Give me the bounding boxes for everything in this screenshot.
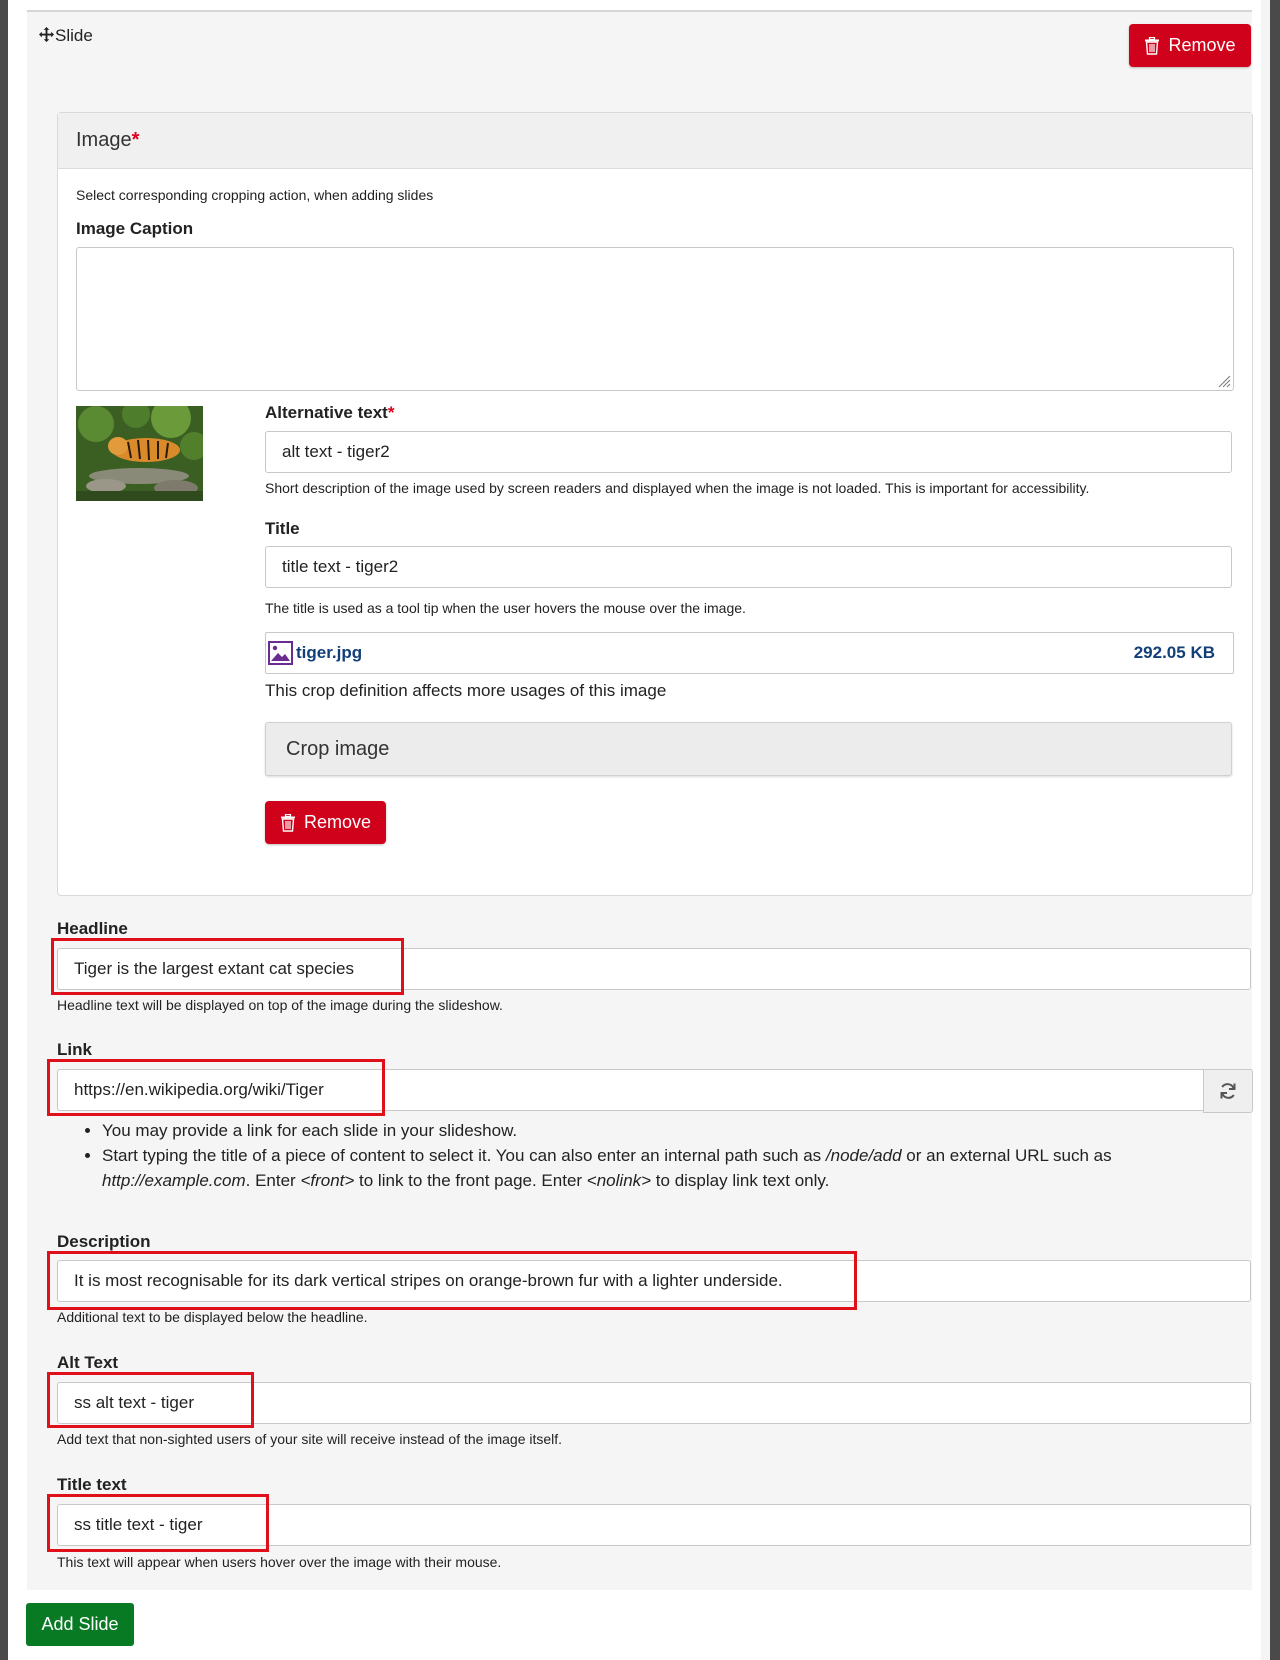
trash-icon bbox=[1145, 36, 1160, 55]
remove-image-button[interactable]: Remove bbox=[265, 801, 386, 844]
image-panel: Image* Select corresponding cropping act… bbox=[57, 112, 1253, 896]
cropping-hint: Select corresponding cropping action, wh… bbox=[76, 187, 434, 203]
required-asterisk: * bbox=[131, 129, 140, 151]
trash-icon bbox=[280, 813, 295, 832]
alt-text-field-label: Alt Text bbox=[57, 1353, 119, 1372]
slide-card: Slide Remove Image* Select corresponding… bbox=[27, 12, 1253, 1590]
slide-drag-handle[interactable]: Slide bbox=[39, 26, 93, 46]
crop-notice: This crop definition affects more usages… bbox=[265, 681, 667, 700]
title-text-highlight bbox=[47, 1494, 269, 1552]
tiger-thumbnail bbox=[76, 406, 203, 501]
image-title-text: Image bbox=[76, 129, 132, 151]
headline-label: Headline bbox=[57, 919, 128, 938]
image-panel-title: Image* bbox=[76, 129, 139, 152]
left-window-edge bbox=[0, 0, 8, 1660]
remove-slide-label: Remove bbox=[1168, 35, 1236, 55]
move-icon bbox=[39, 27, 54, 42]
title-description: The title is used as a tool tip when the… bbox=[265, 600, 746, 616]
image-caption-label: Image Caption bbox=[76, 219, 194, 238]
link-help-item: You may provide a link for each slide in… bbox=[102, 1118, 1252, 1143]
link-help-text: to link to the front page. Enter bbox=[354, 1171, 587, 1190]
file-link[interactable]: tiger.jpg bbox=[296, 643, 362, 663]
title-label: Title bbox=[265, 519, 300, 538]
headline-highlight bbox=[51, 938, 404, 995]
link-help-item: Start typing the title of a piece of con… bbox=[102, 1143, 1252, 1193]
link-highlight bbox=[47, 1059, 385, 1116]
link-help-path: /node/add bbox=[825, 1146, 902, 1165]
link-refresh-button[interactable] bbox=[1203, 1069, 1253, 1113]
required-asterisk: * bbox=[387, 403, 395, 422]
title-input[interactable]: title text - tiger2 bbox=[265, 546, 1232, 588]
link-help-text: Start typing the title of a piece of con… bbox=[102, 1146, 826, 1165]
link-help-url: http://example.com bbox=[102, 1171, 246, 1190]
link-help-front: <front> bbox=[300, 1171, 355, 1190]
link-help-text: . Enter bbox=[245, 1171, 301, 1190]
refresh-icon bbox=[1220, 1083, 1236, 1099]
title-text-label: Title text bbox=[57, 1475, 127, 1494]
link-label: Link bbox=[57, 1040, 92, 1059]
alt-text-input[interactable]: alt text - tiger2 bbox=[265, 431, 1232, 473]
description-label: Description bbox=[57, 1232, 151, 1251]
link-help-list: You may provide a link for each slide in… bbox=[56, 1118, 1252, 1193]
slide-label: Slide bbox=[55, 26, 93, 45]
headline-description: Headline text will be displayed on top o… bbox=[57, 997, 503, 1013]
file-size: 292.05 KB bbox=[1133, 643, 1215, 662]
crop-image-toggle[interactable]: Crop image bbox=[265, 722, 1232, 776]
resize-grip-icon[interactable] bbox=[1217, 374, 1231, 388]
link-help-text: or an external URL such as bbox=[901, 1146, 1112, 1165]
link-help-nolink: <nolink> bbox=[586, 1171, 652, 1190]
link-help-text: to display link text only. bbox=[651, 1171, 830, 1190]
alt-text-field-description: Add text that non-sighted users of your … bbox=[57, 1431, 563, 1447]
alt-text-label-text: Alternative text bbox=[265, 403, 388, 422]
image-caption-textarea[interactable] bbox=[76, 247, 1234, 391]
alt-text-highlight bbox=[47, 1372, 254, 1428]
title-text-description: This text will appear when users hover o… bbox=[57, 1554, 502, 1570]
remove-slide-button[interactable]: Remove bbox=[1129, 24, 1251, 67]
remove-image-label: Remove bbox=[303, 812, 372, 832]
right-background-panel bbox=[1261, 0, 1270, 1660]
tiger-image bbox=[76, 406, 203, 501]
image-panel-header: Image* bbox=[58, 113, 1252, 169]
right-window-edge bbox=[1270, 0, 1280, 1660]
description-help: Additional text to be displayed below th… bbox=[57, 1309, 368, 1325]
add-slide-button[interactable]: Add Slide bbox=[26, 1603, 134, 1646]
description-highlight bbox=[47, 1251, 857, 1310]
alt-text-description: Short description of the image used by s… bbox=[265, 480, 1090, 496]
alt-text-label: Alternative text* bbox=[265, 403, 394, 423]
image-file-icon bbox=[268, 641, 293, 665]
file-row: tiger.jpg 292.05 KB bbox=[265, 632, 1234, 674]
